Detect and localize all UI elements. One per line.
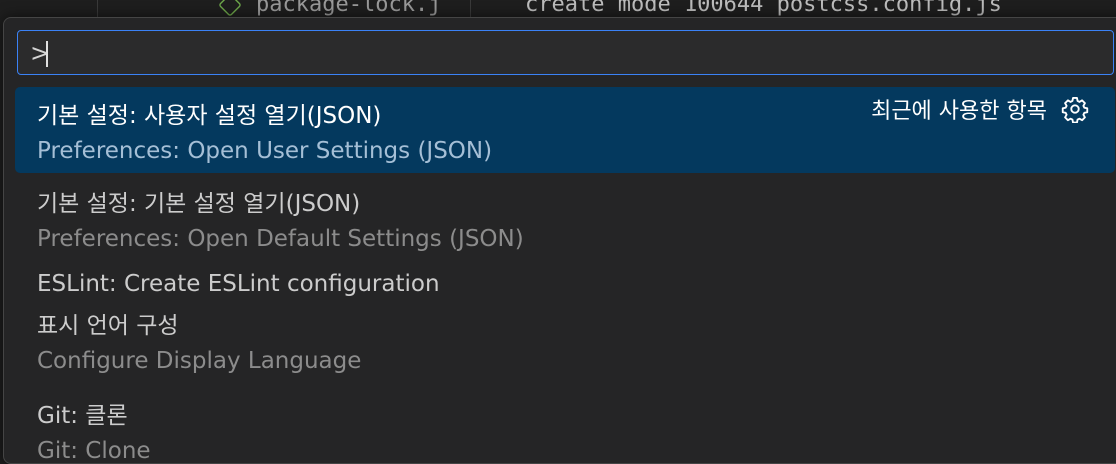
gear-icon[interactable]: [1061, 95, 1089, 124]
command-item-configure-display-language[interactable]: 표시 언어 구성 Configure Display Language: [15, 303, 1115, 392]
command-palette: 기본 설정: 사용자 설정 열기(JSON) Preferences: Open…: [3, 17, 1116, 464]
command-detail: Configure Display Language: [37, 348, 362, 374]
command-item-open-default-settings-json[interactable]: 기본 설정: 기본 설정 열기(JSON) Preferences: Open …: [15, 173, 1115, 261]
recent-meta: 최근에 사용한 항목: [871, 93, 1089, 125]
command-item-git-clone[interactable]: Git: 클론 Git: Clone: [15, 392, 1115, 464]
command-label: 기본 설정: 기본 설정 열기(JSON): [37, 191, 361, 217]
command-label: ESLint: Create ESLint configuration: [37, 271, 440, 297]
command-item-eslint-create-config[interactable]: ESLint: Create ESLint configuration: [15, 261, 1115, 303]
explorer-file-item[interactable]: package-lock.j: [218, 0, 441, 17]
npm-file-icon: [218, 0, 242, 17]
file-name: package-lock.j: [256, 0, 442, 17]
command-detail: Preferences: Open Default Settings (JSON…: [37, 226, 524, 252]
command-list: 기본 설정: 사용자 설정 열기(JSON) Preferences: Open…: [15, 87, 1115, 464]
terminal-line: create mode 100644 postcss.config.js: [525, 0, 1002, 17]
command-item-open-user-settings-json[interactable]: 기본 설정: 사용자 설정 열기(JSON) Preferences: Open…: [15, 87, 1115, 173]
recent-label: 최근에 사용한 항목: [871, 99, 1047, 124]
text-cursor: [46, 41, 48, 67]
command-input[interactable]: [18, 31, 1113, 74]
command-detail: Git: Clone: [37, 438, 151, 464]
command-label: Git: 클론: [37, 403, 128, 429]
command-label: 표시 언어 구성: [37, 313, 179, 339]
command-detail: Preferences: Open User Settings (JSON): [37, 138, 493, 164]
command-input-container[interactable]: [17, 30, 1114, 75]
